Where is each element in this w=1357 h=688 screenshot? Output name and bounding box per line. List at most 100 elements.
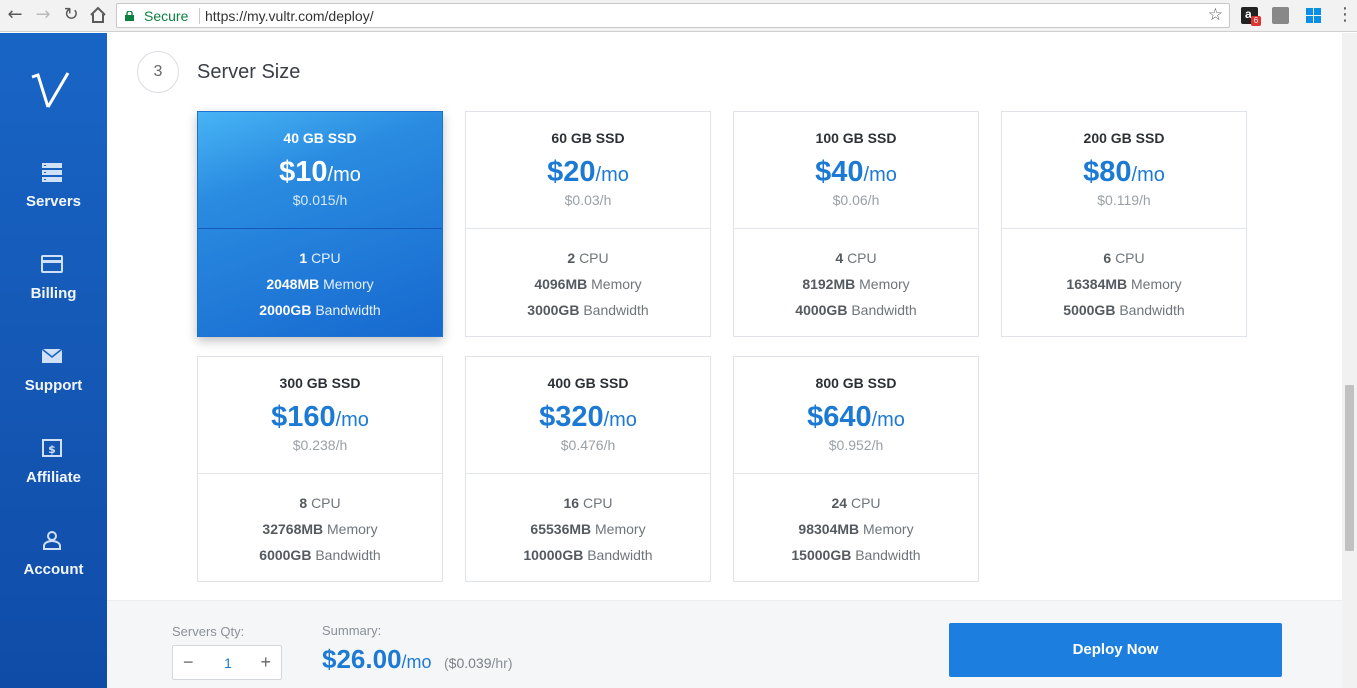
plan-cpu-label: CPU <box>311 495 341 511</box>
servers-icon <box>42 163 62 182</box>
plan-bandwidth-label: Bandwidth <box>851 302 917 318</box>
plan-memory: 16384MB Memory <box>1002 271 1246 297</box>
plan-cpu-label: CPU <box>579 250 609 266</box>
qty-increment-button[interactable]: + <box>260 652 271 673</box>
windows-extension-icon[interactable] <box>1305 7 1322 24</box>
plan-bandwidth-value: 6000GB <box>259 547 312 563</box>
plan-card-header: 400 GB SSD $320/mo $0.476/h <box>466 357 710 474</box>
plan-specs: 8 CPU 32768MB Memory 6000GB Bandwidth <box>198 490 442 568</box>
qty-value[interactable]: 1 <box>218 655 238 671</box>
extension-icon[interactable] <box>1272 7 1289 24</box>
lock-icon <box>125 11 134 21</box>
bookmark-star-icon[interactable]: ☆ <box>1208 5 1223 25</box>
plan-memory-value: 98304MB <box>798 521 860 537</box>
plan-storage: 200 GB SSD <box>1083 130 1165 146</box>
amazon-extension-icon[interactable]: a 6 <box>1241 7 1261 26</box>
sidebar: Servers Billing Support $ Affiliate Acco… <box>0 33 107 688</box>
plan-card-header: 40 GB SSD $10/mo $0.015/h <box>198 112 442 229</box>
plan-memory-label: Memory <box>591 276 642 292</box>
qty-decrement-button[interactable]: − <box>183 652 194 673</box>
plan-cpu-label: CPU <box>311 250 341 266</box>
sidebar-item-support[interactable]: Support <box>0 345 107 415</box>
plan-specs: 6 CPU 16384MB Memory 5000GB Bandwidth <box>1002 245 1246 323</box>
plan-card[interactable]: 300 GB SSD $160/mo $0.238/h 8 CPU 32768MB Me… <box>197 356 443 582</box>
plan-bandwidth: 6000GB Bandwidth <box>198 542 442 568</box>
sidebar-item-account[interactable]: Account <box>0 529 107 599</box>
plan-cpu-label: CPU <box>1115 250 1145 266</box>
plan-storage: 800 GB SSD <box>815 375 897 391</box>
plan-card[interactable]: 100 GB SSD $40/mo $0.06/h 4 CPU 8192MB Memor… <box>733 111 979 337</box>
forward-icon[interactable]: → <box>32 4 54 26</box>
url-text[interactable]: https://my.vultr.com/deploy/ <box>205 8 374 24</box>
plan-card[interactable]: 800 GB SSD $640/mo $0.952/h 24 CPU 98304MB M… <box>733 356 979 582</box>
plan-memory-value: 8192MB <box>802 276 856 292</box>
scrollbar[interactable] <box>1342 33 1357 688</box>
plan-cpu-value: 8 <box>299 495 308 511</box>
plan-card-header: 200 GB SSD $80/mo $0.119/h <box>1002 112 1246 229</box>
plan-card-header: 100 GB SSD $40/mo $0.06/h <box>734 112 978 229</box>
plan-price-unit: /mo <box>603 409 637 431</box>
plan-price-unit: /mo <box>863 164 897 186</box>
plan-card[interactable]: 200 GB SSD $80/mo $0.119/h 6 CPU 16384MB Mem… <box>1001 111 1247 337</box>
plan-bandwidth-value: 5000GB <box>1063 302 1116 318</box>
reload-icon[interactable]: ↻ <box>60 4 82 26</box>
plan-price: $80/mo <box>1002 156 1246 189</box>
servers-qty-label: Servers Qty: <box>172 624 245 639</box>
plan-bandwidth-label: Bandwidth <box>587 547 653 563</box>
plan-bandwidth: 2000GB Bandwidth <box>198 297 442 323</box>
deploy-now-button[interactable]: Deploy Now <box>949 623 1282 677</box>
sidebar-item-label: Account <box>23 561 84 578</box>
plan-price-amount: $10 <box>279 156 328 188</box>
home-icon[interactable] <box>87 4 109 26</box>
plan-memory: 4096MB Memory <box>466 271 710 297</box>
plan-bandwidth-value: 10000GB <box>523 547 584 563</box>
user-icon <box>43 531 61 550</box>
plan-card-header: 800 GB SSD $640/mo $0.952/h <box>734 357 978 474</box>
plan-memory: 98304MB Memory <box>734 516 978 542</box>
plan-price-amount: $160 <box>271 401 336 433</box>
plan-card[interactable]: 60 GB SSD $20/mo $0.03/h 2 CPU 4096MB Memory… <box>465 111 711 337</box>
plan-hourly-price: $0.119/h <box>1097 192 1151 208</box>
plan-storage: 400 GB SSD <box>547 375 629 391</box>
envelope-icon <box>41 348 63 363</box>
summary-hourly: ($0.039/hr) <box>444 655 513 671</box>
servers-qty-stepper[interactable]: − 1 + <box>172 645 282 680</box>
plan-memory-value: 2048MB <box>266 276 320 292</box>
plan-memory-label: Memory <box>595 521 646 537</box>
scrollbar-thumb[interactable] <box>1345 385 1354 551</box>
plan-cpu-label: CPU <box>582 495 613 511</box>
summary-hourly-amount: $0.039 <box>448 655 492 671</box>
step-number: 3 <box>137 51 179 93</box>
plan-price-unit: /mo <box>595 164 629 186</box>
plan-cpu: 16 CPU <box>466 490 710 516</box>
browser-toolbar: ← → ↻ Secure https://my.vultr.com/deploy… <box>0 0 1357 32</box>
sidebar-item-label: Billing <box>30 285 77 302</box>
plan-hourly-price: $0.03/h <box>564 192 612 208</box>
secure-label: Secure <box>144 8 189 24</box>
plan-hourly-price: $0.476/h <box>560 437 616 453</box>
plan-card[interactable]: 40 GB SSD $10/mo $0.015/h 1 CPU 2048MB Memor… <box>197 111 443 337</box>
plan-cpu-value: 16 <box>563 495 580 511</box>
sidebar-item-servers[interactable]: Servers <box>0 161 107 231</box>
back-icon[interactable]: ← <box>4 4 26 26</box>
sidebar-item-affiliate[interactable]: $ Affiliate <box>0 437 107 507</box>
plan-card[interactable]: 400 GB SSD $320/mo $0.476/h 16 CPU 65536MB M… <box>465 356 711 582</box>
plan-cpu-value: 4 <box>835 250 844 266</box>
deploy-summary-bar: Servers Qty: − 1 + Summary: $26.00/mo ($… <box>107 600 1342 688</box>
plan-memory: 8192MB Memory <box>734 271 978 297</box>
plan-storage: 60 GB SSD <box>551 130 625 146</box>
plan-price-unit: /mo <box>871 409 905 431</box>
plan-bandwidth-label: Bandwidth <box>315 547 381 563</box>
plan-cpu-label: CPU <box>847 250 877 266</box>
vultr-logo[interactable] <box>30 71 76 113</box>
plan-price-unit: /mo <box>335 409 369 431</box>
menu-kebab-icon[interactable]: ⋮ <box>1334 4 1356 26</box>
extension-badge: 6 <box>1251 16 1261 26</box>
plan-memory-label: Memory <box>863 521 914 537</box>
plan-bandwidth-value: 3000GB <box>527 302 580 318</box>
plan-price: $20/mo <box>466 156 710 189</box>
plan-memory-label: Memory <box>323 276 374 292</box>
sidebar-item-billing[interactable]: Billing <box>0 253 107 323</box>
address-bar[interactable]: Secure https://my.vultr.com/deploy/ ☆ <box>116 3 1230 28</box>
plan-memory: 32768MB Memory <box>198 516 442 542</box>
